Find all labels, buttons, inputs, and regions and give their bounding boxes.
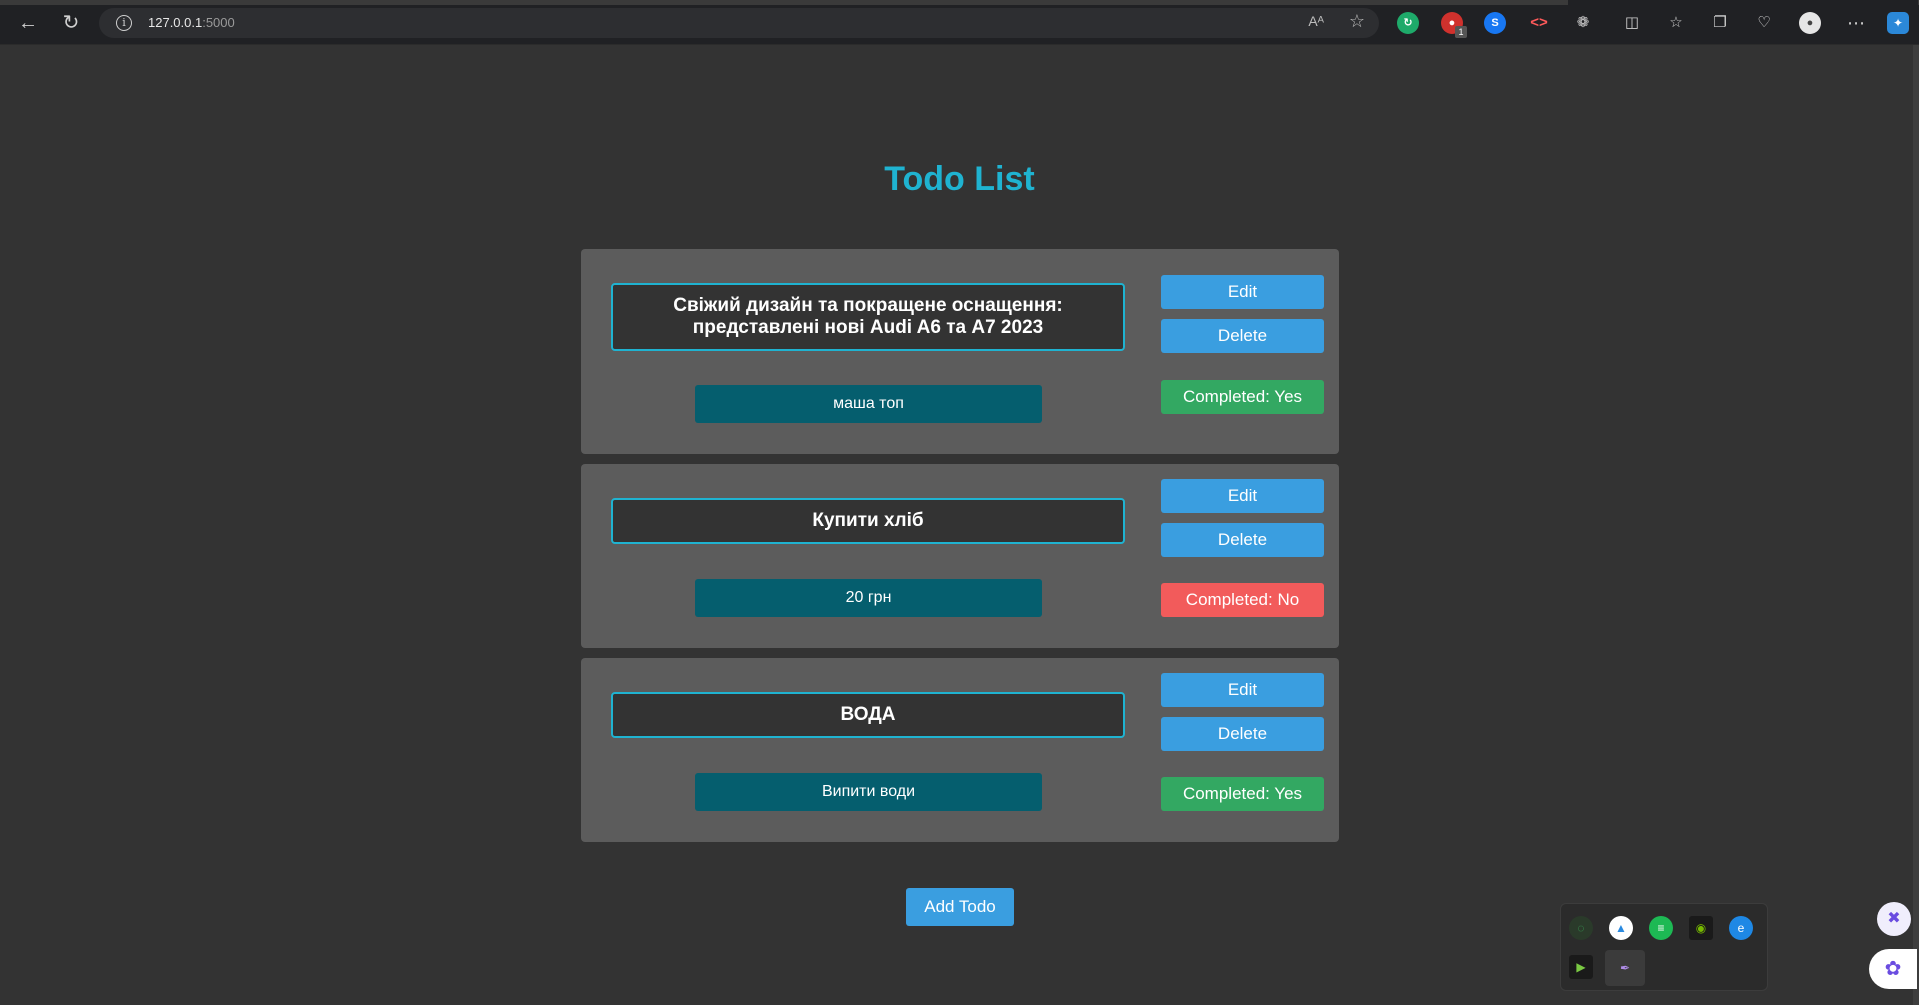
delete-button[interactable]: Delete: [1161, 523, 1324, 557]
page-title: Todo List: [884, 160, 1035, 198]
play-store-icon[interactable]: ▶: [1569, 955, 1593, 979]
quill-app-icon[interactable]: ✒: [1605, 950, 1645, 986]
extension-sync-icon[interactable]: ↻: [1397, 12, 1419, 34]
todo-title: ВОДА: [611, 692, 1125, 738]
todo-description: 20 грн: [695, 579, 1042, 617]
edit-button[interactable]: Edit: [1161, 275, 1324, 309]
profile-avatar-icon[interactable]: ●: [1799, 12, 1821, 34]
edit-button[interactable]: Edit: [1161, 479, 1324, 513]
favorites-icon[interactable]: ☆: [1665, 12, 1687, 34]
app-spinner-icon[interactable]: ◌: [1569, 916, 1593, 940]
completed-toggle-button[interactable]: Completed: No: [1161, 583, 1324, 617]
site-info-icon[interactable]: i: [116, 15, 132, 31]
completed-toggle-button[interactable]: Completed: Yes: [1161, 380, 1324, 414]
read-aloud-icon[interactable]: Aᴬ: [1308, 13, 1324, 29]
completed-toggle-button[interactable]: Completed: Yes: [1161, 777, 1324, 811]
url-port: :5000: [202, 15, 235, 30]
todo-title: Купити хліб: [611, 498, 1125, 544]
floating-app-tray: ◌ ▲ ≡ ◉ e ▶ ✒: [1560, 903, 1768, 991]
back-arrow-icon[interactable]: ←: [13, 11, 43, 35]
extension-badge: 1: [1455, 26, 1467, 38]
add-todo-button[interactable]: Add Todo: [906, 888, 1014, 926]
brain-assistant-icon[interactable]: ✿: [1869, 949, 1917, 989]
translate-icon[interactable]: ✖: [1877, 902, 1911, 936]
todo-card: Купити хліб 20 грн Edit Delete Completed…: [581, 464, 1339, 648]
browser-toolbar: ← ↻ i 127.0.0.1:5000 Aᴬ ☆ ↻ ● 1 S <> ❁ ◫…: [0, 0, 1919, 45]
split-screen-icon[interactable]: ◫: [1621, 12, 1643, 34]
google-drive-icon[interactable]: ▲: [1609, 916, 1633, 940]
nvidia-icon[interactable]: ◉: [1689, 916, 1713, 940]
reload-icon[interactable]: ↻: [56, 11, 86, 35]
delete-button[interactable]: Delete: [1161, 319, 1324, 353]
extension-s-icon[interactable]: S: [1484, 12, 1506, 34]
url-host: 127.0.0.1: [148, 15, 203, 30]
edge-browser-icon[interactable]: e: [1729, 916, 1753, 940]
browser-essentials-icon[interactable]: ♡: [1753, 12, 1775, 34]
todo-description: Випити води: [695, 773, 1042, 811]
favorite-star-icon[interactable]: ☆: [1349, 11, 1365, 32]
delete-button[interactable]: Delete: [1161, 717, 1324, 751]
todo-description: маша топ: [695, 385, 1042, 423]
todo-card: ВОДА Випити води Edit Delete Completed: …: [581, 658, 1339, 842]
extensions-puzzle-icon[interactable]: ❁: [1572, 12, 1594, 34]
scrollbar-track[interactable]: [1913, 45, 1919, 1005]
todo-card: Свіжий дизайн та покращене оснащення: пр…: [581, 249, 1339, 454]
active-tab-indicator: [1568, 0, 1918, 5]
extension-code-icon[interactable]: <>: [1528, 12, 1550, 34]
todo-title: Свіжий дизайн та покращене оснащення: пр…: [611, 283, 1125, 351]
more-menu-icon[interactable]: ⋯: [1845, 12, 1867, 34]
address-bar[interactable]: i 127.0.0.1:5000 Aᴬ ☆: [99, 8, 1379, 38]
copilot-icon[interactable]: ✦: [1887, 12, 1909, 34]
tab-strip: [0, 0, 1919, 5]
address-url[interactable]: 127.0.0.1:5000: [148, 15, 235, 30]
spotify-icon[interactable]: ≡: [1649, 916, 1673, 940]
collections-icon[interactable]: ❐: [1709, 12, 1731, 34]
edit-button[interactable]: Edit: [1161, 673, 1324, 707]
